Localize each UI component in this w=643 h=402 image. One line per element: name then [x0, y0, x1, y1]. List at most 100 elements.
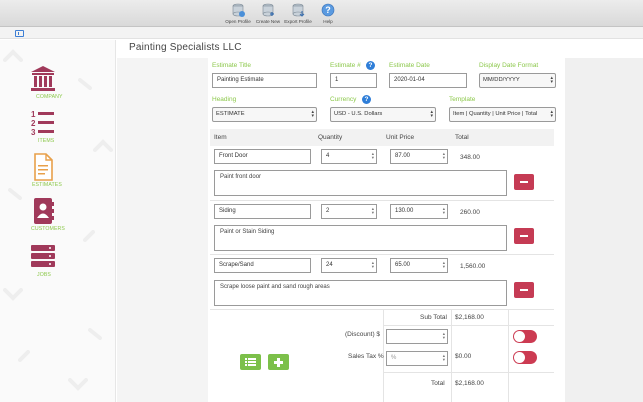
remove-item-button[interactable] [514, 174, 534, 190]
toggle-knob [514, 331, 525, 342]
sidebar: COMPANY 1 2 3 ITEMS ESTIMATES CUSTOMERS … [0, 40, 116, 402]
sidebar-item-company[interactable]: COMPANY [30, 65, 70, 100]
table-header [210, 129, 554, 146]
stepper-arrows-icon[interactable]: ▴ ▾ [443, 260, 445, 269]
svg-text:?: ? [325, 5, 331, 15]
currency-label: Currency [330, 96, 357, 103]
help-button[interactable]: ? Help [313, 3, 343, 24]
template-select[interactable]: Item | Quantity | Unit Price | Total ▴ ▾ [449, 107, 556, 122]
sidebar-item-items[interactable]: 1 2 3 ITEMS [30, 109, 70, 144]
quantity-value: 4 [326, 153, 330, 159]
stepper-arrows-icon[interactable]: ▴ ▾ [443, 206, 445, 215]
add-item-button[interactable] [268, 354, 289, 370]
stepper-arrows-icon[interactable]: ▴ ▾ [372, 151, 374, 160]
currency-select[interactable]: USD - U.S. Dollars ▴ ▾ [330, 107, 436, 122]
display-date-format-select[interactable]: MM/DD/YYYY ▴ ▾ [479, 73, 556, 88]
total-label: Total [431, 380, 445, 387]
item-name-input[interactable]: Scrape/Sand [214, 258, 311, 273]
sales-tax-stepper[interactable]: % ▴ ▾ [386, 351, 448, 366]
svg-text:2: 2 [31, 119, 36, 128]
sidebar-item-jobs[interactable]: JOBS [30, 243, 70, 278]
add-from-list-button[interactable] [240, 354, 261, 370]
unit-price-stepper[interactable]: 130.00 ▴ ▾ [390, 204, 448, 219]
document-icon [34, 153, 53, 181]
help-label: Help [323, 19, 333, 24]
quantity-stepper[interactable]: 24 ▴ ▾ [321, 258, 377, 273]
bank-icon [31, 66, 55, 91]
row-divider [210, 254, 554, 255]
open-profile-label: Open Profile [225, 19, 251, 24]
unit-price-stepper[interactable]: 87.00 ▴ ▾ [390, 149, 448, 164]
sales-tax-label: Sales Tax % [348, 353, 384, 360]
export-profile-label: Export Profile [284, 19, 312, 24]
svg-text:3: 3 [31, 128, 36, 137]
unit-price-value: 65.00 [395, 262, 411, 268]
create-new-button[interactable]: Create New [253, 3, 283, 24]
item-name-input[interactable]: Front Door [214, 149, 311, 164]
select-arrows-icon: ▴ ▾ [430, 109, 433, 119]
currency-help-icon[interactable]: ? [362, 95, 371, 104]
toggle-knob [514, 352, 525, 363]
quantity-value: 2 [326, 208, 330, 214]
column-header-item: Item [214, 134, 227, 141]
remove-item-button[interactable] [514, 228, 534, 244]
estimate-number-input[interactable]: 1 [330, 73, 377, 88]
template-value: Item | Quantity | Unit Price | Total [453, 111, 538, 117]
export-profile-button[interactable]: Export Profile [283, 3, 313, 24]
discount-stepper[interactable]: ▴ ▾ [386, 329, 448, 344]
stepper-arrows-icon[interactable]: ▴ ▾ [372, 206, 374, 215]
stepper-arrows-icon[interactable]: ▴ ▾ [443, 151, 445, 160]
open-profile-button[interactable]: Open Profile [223, 3, 253, 24]
discount-toggle[interactable] [513, 330, 537, 343]
select-arrows-icon: ▴ ▾ [550, 109, 553, 119]
row-divider [384, 372, 554, 373]
item-description-input[interactable]: Paint front door [214, 170, 507, 196]
row-total: 260.00 [460, 209, 480, 216]
unit-price-value: 130.00 [395, 208, 414, 214]
unit-price-value: 87.00 [395, 153, 411, 159]
main-content: Painting Specialists LLC Estimate Title … [117, 40, 643, 402]
sidebar-item-label: CUSTOMERS [31, 226, 65, 232]
stepper-arrows-icon[interactable]: ▴ ▾ [443, 331, 445, 340]
column-header-quantity: Quantity [318, 134, 343, 141]
summary-divider [508, 310, 509, 402]
sales-tax-value: $0.00 [455, 353, 472, 360]
sidebar-toggle-icon[interactable] [15, 30, 24, 37]
heading-value: ESTIMATE [216, 111, 245, 117]
estimate-number-label: Estimate # [330, 62, 361, 69]
item-description-input[interactable]: Scrape loose paint and sand rough areas [214, 280, 507, 306]
currency-value: USD - U.S. Dollars [334, 111, 383, 117]
sidebar-item-label: JOBS [37, 272, 51, 278]
quantity-stepper[interactable]: 2 ▴ ▾ [321, 204, 377, 219]
unit-price-stepper[interactable]: 65.00 ▴ ▾ [390, 258, 448, 273]
quantity-stepper[interactable]: 4 ▴ ▾ [321, 149, 377, 164]
estimate-title-input[interactable]: Painting Estimate [212, 73, 317, 88]
remove-item-button[interactable] [514, 282, 534, 298]
column-header-unit-price: Unit Price [386, 134, 415, 141]
heading-label: Heading [212, 96, 237, 103]
row-total: 348.00 [460, 154, 480, 161]
stepper-arrows-icon[interactable]: ▴ ▾ [443, 353, 445, 362]
sidebar-item-customers[interactable]: CUSTOMERS [30, 197, 70, 232]
sales-tax-toggle[interactable] [513, 351, 537, 364]
column-header-total: Total [455, 134, 469, 141]
item-name-input[interactable]: Siding [214, 204, 311, 219]
help-icon: ? [321, 3, 335, 17]
row-divider [210, 200, 554, 201]
heading-select[interactable]: ESTIMATE ▴ ▾ [212, 107, 317, 122]
stepper-arrows-icon[interactable]: ▴ ▾ [372, 260, 374, 269]
list-add-icon [245, 358, 256, 366]
estimate-number-help-icon[interactable]: ? [366, 61, 375, 70]
numbered-list-icon: 1 2 3 [31, 110, 54, 137]
estimate-title-label: Estimate Title [212, 62, 252, 69]
estimate-panel: Estimate Title Estimate # ? Estimate Dat… [208, 58, 565, 402]
database-open-icon [232, 3, 245, 17]
sidebar-item-estimates[interactable]: ESTIMATES [30, 153, 70, 188]
subtotal-label: Sub Total [420, 314, 447, 321]
right-gutter [565, 58, 643, 402]
create-new-label: Create New [255, 19, 281, 24]
item-description-input[interactable]: Paint or Stain Siding [214, 225, 507, 251]
estimate-date-input[interactable]: 2020-01-04 [389, 73, 467, 88]
sidebar-item-label: ITEMS [38, 138, 55, 144]
database-new-icon [262, 3, 274, 17]
